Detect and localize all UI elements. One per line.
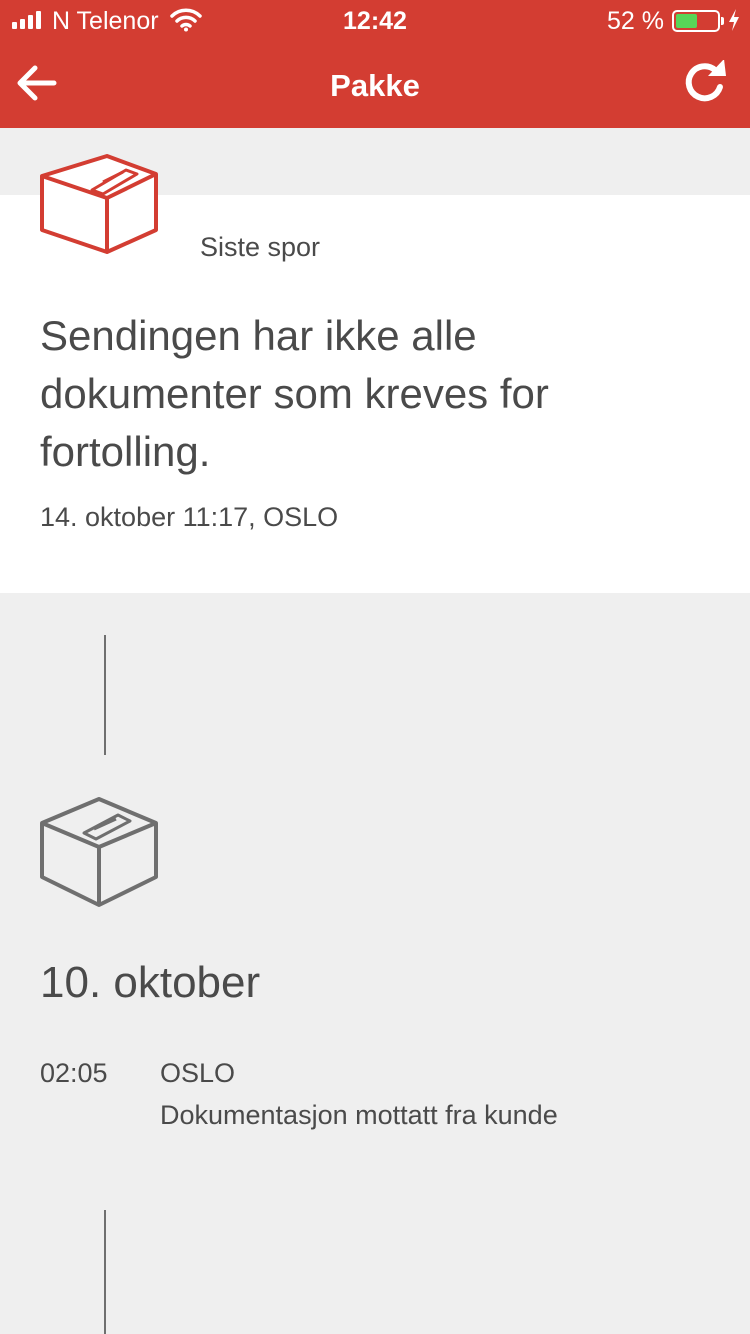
event-location: OSLO [160,1058,236,1088]
battery-icon [672,10,724,32]
latest-label: Siste spor [200,232,321,262]
package-icon [40,797,158,907]
latest-message: Sendingen har ikke alle dokumenter som k… [40,312,549,475]
page-title: Pakke [330,68,420,103]
battery-percent: 52 % [607,7,664,35]
battery-fill [676,14,697,28]
timeline-connector [104,1210,106,1334]
nav-bar: Pakke [0,40,750,128]
latest-timestamp: 14. oktober 11:17, OSLO [40,502,339,532]
event-description: Dokumentasjon mottatt fra kunde [160,1100,558,1130]
timeline-connector [104,635,106,755]
refresh-icon[interactable] [682,60,730,106]
charging-bolt-icon [729,9,739,31]
status-bar: N Telenor 12:42 52 % [0,0,750,40]
event-time: 02:05 [40,1058,108,1088]
history-date: 10. oktober [40,958,261,1007]
package-icon [40,154,158,254]
